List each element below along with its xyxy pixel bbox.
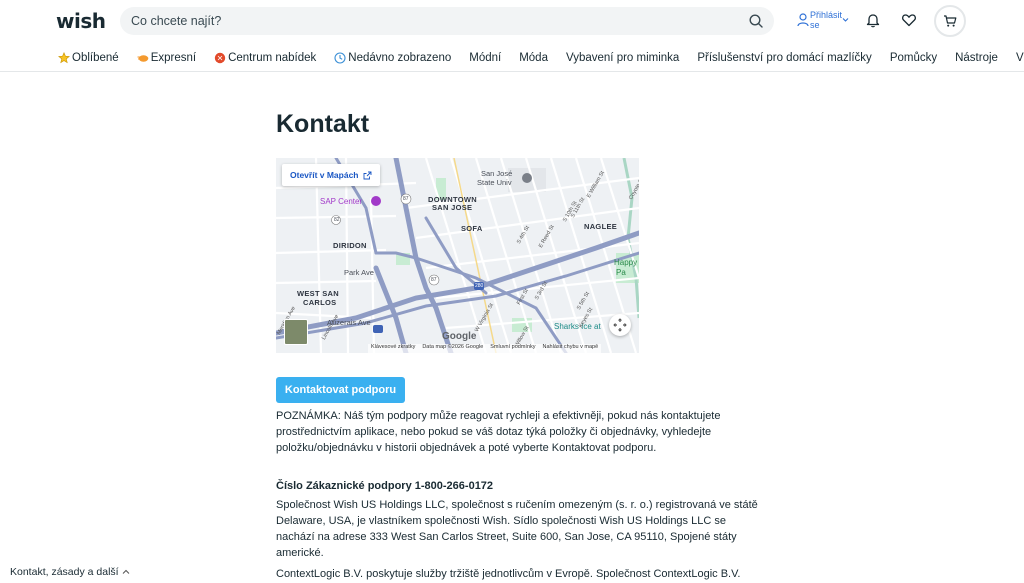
clock-icon	[334, 52, 346, 64]
open-in-maps-link[interactable]: Otevřít v Mapách	[282, 164, 380, 186]
map-footer: Klávesové zkratky Data map ©2026 Google …	[368, 344, 602, 353]
search-input[interactable]	[131, 7, 731, 35]
map-label-sap-center: SAP Center	[320, 197, 363, 206]
google-logo: Google	[442, 331, 477, 342]
nav-item-more[interactable]: Více	[1016, 52, 1024, 64]
map-label-sharks-ice: Sharks Ice at	[554, 322, 601, 331]
map-shield-280: 280	[475, 283, 484, 289]
cart-icon	[944, 15, 957, 27]
support-phone: Číslo Zákaznické podpory 1-800-266-0172	[276, 480, 494, 492]
contact-support-button[interactable]: Kontaktovat podporu	[276, 377, 405, 403]
map-label-park-ave: Park Ave	[344, 268, 374, 277]
express-icon	[137, 55, 148, 62]
satellite-toggle[interactable]	[284, 319, 308, 345]
company-info: Společnost Wish US Holdings LLC, společn…	[276, 499, 758, 559]
map-label-sjsu-1: San José	[481, 169, 513, 178]
external-link-icon	[363, 171, 371, 179]
map-embed[interactable]: Otevřít v Mapách SAP Center DOWNTOWN SAN…	[276, 158, 639, 353]
deals-icon	[214, 52, 226, 64]
recenter-icon	[613, 318, 627, 332]
map-label-west-san: WEST SAN	[297, 289, 339, 298]
map-label-diridon: DIRIDON	[333, 241, 367, 250]
star-icon	[58, 52, 70, 64]
login-label: Přihlásit se	[810, 10, 843, 30]
footer-policies-link[interactable]: Kontakt, zásady a další	[10, 566, 130, 578]
bell-icon[interactable]	[865, 12, 881, 28]
cart-button[interactable]	[934, 5, 966, 37]
map-shield-87b: 87	[431, 277, 437, 283]
recenter-button[interactable]	[609, 314, 631, 336]
page-title: Kontakt	[276, 110, 370, 138]
header: wish Přihlásit se Oblíben	[0, 0, 1024, 72]
map-footer-shortcuts[interactable]: Klávesové zkratky	[371, 344, 415, 353]
map-shield-87: 87	[403, 196, 409, 202]
heart-icon[interactable]	[901, 12, 917, 28]
wish-logo[interactable]: wish	[56, 9, 106, 33]
nav-item-pet-accessories[interactable]: Příslušenství pro domácí mazlíčky	[697, 52, 871, 64]
chevron-down-icon	[842, 18, 849, 22]
nav-item-fashion-trendy[interactable]: Módní	[469, 52, 501, 64]
footer-link-label: Kontakt, zásady a další	[10, 566, 119, 578]
map-shield-82: 82	[334, 217, 340, 223]
chevron-up-icon	[122, 569, 129, 574]
nav-item-express[interactable]: Expresní	[137, 52, 196, 64]
map-footer-report[interactable]: Nahlásit chybu v mapě	[543, 344, 599, 353]
nav-item-deals[interactable]: Centrum nabídek	[214, 52, 316, 64]
nav-item-baby-gear[interactable]: Vybavení pro miminka	[566, 52, 679, 64]
user-icon	[797, 13, 809, 27]
map-label-happy-1: Happy	[614, 258, 638, 267]
nav-item-gadgets[interactable]: Pomůcky	[890, 52, 937, 64]
nav-item-tools[interactable]: Nástroje	[955, 52, 998, 64]
nav-item-favorites[interactable]: Oblíbené	[58, 52, 119, 64]
map-label-sjsu-2: State Univ	[477, 178, 512, 187]
map-label-carlos: CARLOS	[303, 298, 337, 307]
map-label-happy-2: Pa	[616, 268, 626, 277]
map-label-sofa: SOFA	[461, 224, 483, 233]
map-label-naglee: NAGLEE	[584, 222, 618, 231]
category-nav: Oblíbené Expresní Centrum nabídek Nedávn…	[58, 50, 1024, 66]
map-footer-data: Data map ©2026 Google	[422, 344, 484, 350]
support-note: POZNÁMKA: Náš tým podpory může reagovat …	[276, 410, 721, 454]
map-footer-terms[interactable]: Smluvní podmínky	[490, 344, 535, 353]
map-label-san-jose: SAN JOSE	[432, 203, 473, 212]
login-button[interactable]: Přihlásit se	[797, 9, 853, 33]
contextlogic-info: ContextLogic B.V. poskytuje služby tržiš…	[276, 568, 741, 580]
nav-item-fashion[interactable]: Móda	[519, 52, 548, 64]
nav-item-recently-viewed[interactable]: Nedávno zobrazeno	[334, 52, 451, 64]
search-bar[interactable]	[120, 7, 774, 35]
search-icon[interactable]	[748, 13, 764, 29]
